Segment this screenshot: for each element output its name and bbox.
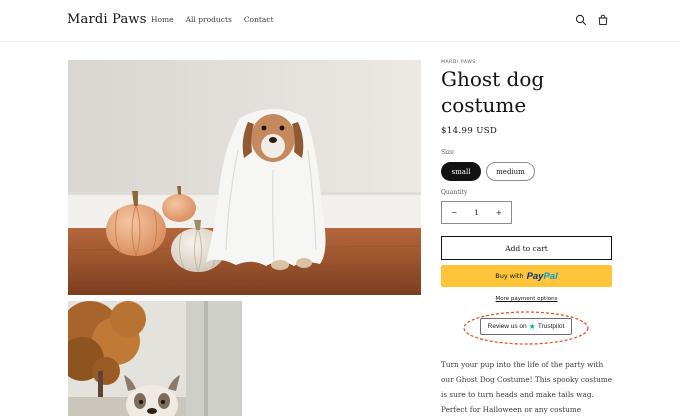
more-payment-options-link[interactable]: More payment options: [441, 296, 612, 302]
main-nav: Home All products Contact: [151, 15, 286, 24]
quantity-input[interactable]: 1: [474, 208, 479, 217]
quantity-increase-button[interactable]: +: [496, 208, 502, 217]
nav-home[interactable]: Home: [151, 15, 174, 24]
trustpilot-star-icon: ★: [528, 321, 536, 331]
quantity-label: Quantity: [441, 189, 468, 196]
trustpilot-prefix: Review us on: [487, 323, 527, 330]
quantity-decrease-button[interactable]: −: [451, 208, 457, 217]
trustpilot-brand: Trustpilot: [537, 323, 565, 330]
nav-all-products[interactable]: All products: [186, 15, 232, 24]
site-header: Mardi Paws Home All products Contact: [0, 0, 680, 42]
size-label: Size: [441, 149, 454, 156]
product-description: Turn your pup into the life of the party…: [441, 360, 613, 414]
product-vendor: MARDI PAWS: [441, 60, 476, 65]
product-image-main[interactable]: [68, 60, 421, 295]
paypal-buy-button[interactable]: Buy with PayPal: [441, 265, 612, 287]
trustpilot-review-button[interactable]: Review us on ★ Trustpilot: [480, 318, 572, 335]
quantity-stepper: − 1 +: [441, 201, 512, 224]
size-option-medium[interactable]: medium: [486, 162, 535, 181]
dog-in-ghost-costume-icon: [68, 60, 421, 295]
paypal-logo-icon: PayPal: [527, 271, 558, 282]
paypal-logo-pal: Pal: [543, 270, 558, 282]
dog-outdoors-autumn-icon: [68, 301, 242, 416]
product-title: Ghost dog costume: [441, 67, 545, 117]
search-icon[interactable]: [575, 14, 587, 26]
size-option-small[interactable]: small: [441, 162, 481, 181]
product-image-secondary[interactable]: [68, 301, 242, 416]
paypal-buy-label: Buy with: [495, 272, 524, 280]
store-logo[interactable]: Mardi Paws: [67, 12, 147, 27]
paypal-logo-pay: Pay: [526, 270, 544, 282]
cart-icon[interactable]: [597, 14, 609, 26]
add-to-cart-button[interactable]: Add to cart: [441, 236, 612, 260]
nav-contact[interactable]: Contact: [244, 15, 274, 24]
product-price: $14.99 USD: [441, 126, 498, 136]
